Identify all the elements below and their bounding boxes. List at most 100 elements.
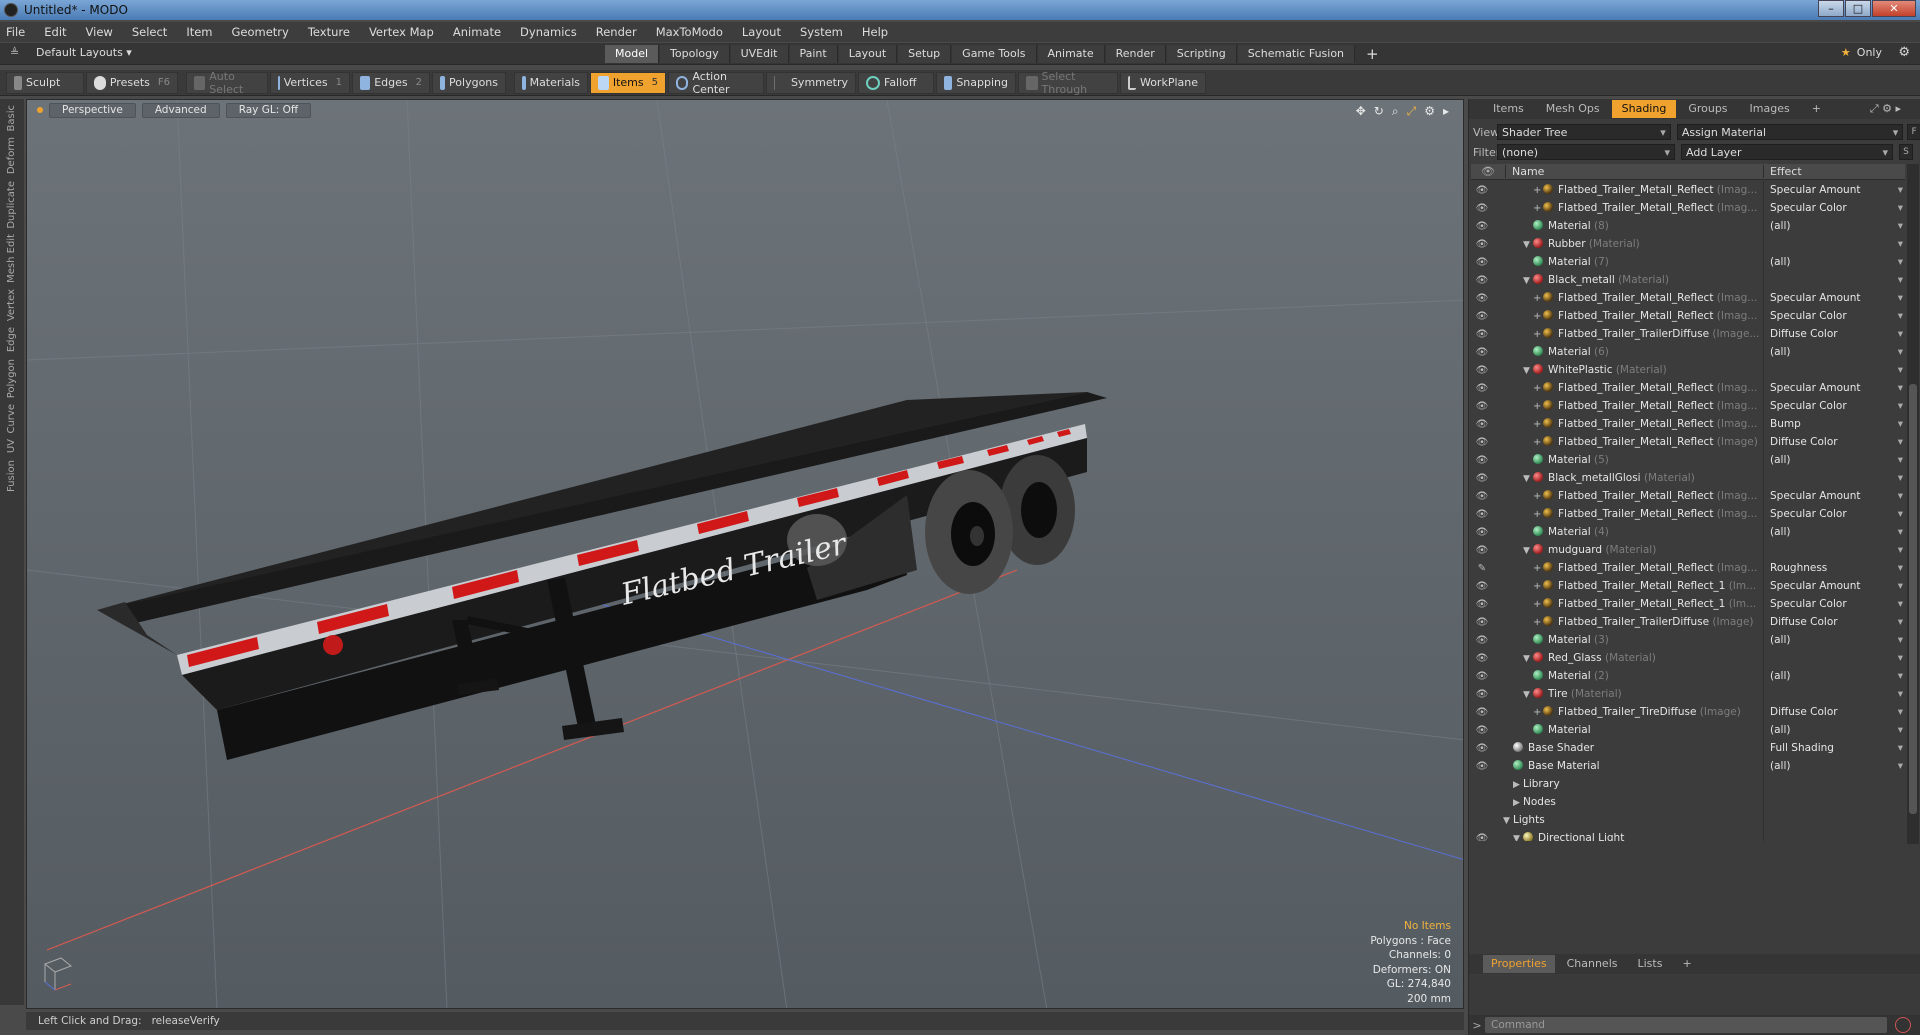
menu-vertex-map[interactable]: Vertex Map xyxy=(369,25,434,39)
visibility-eye-icon[interactable]: 👁 xyxy=(1471,185,1493,196)
menu-render[interactable]: Render xyxy=(596,25,637,39)
pan-icon[interactable]: ✥ xyxy=(1356,104,1366,119)
tree-row[interactable]: 👁 ▼ Rubber (Material) xyxy=(1471,235,1905,253)
viewport-expand-icon[interactable]: ▸ xyxy=(1443,104,1449,119)
tree-item-name[interactable]: ▼ Red_Glass (Material) xyxy=(1493,649,1763,667)
tab-items[interactable]: Items xyxy=(1483,100,1534,118)
menu-help[interactable]: Help xyxy=(862,25,888,39)
tree-row[interactable]: 👁 ▼ Tire (Material) xyxy=(1471,685,1905,703)
effect-dropdown[interactable]: Specular Color xyxy=(1763,397,1905,415)
effect-dropdown[interactable]: Specular Amount xyxy=(1763,487,1905,505)
tree-item-name[interactable]: + Flatbed_Trailer_Metall_Reflect (Imag... xyxy=(1493,505,1763,523)
tree-row[interactable]: 👁 Material (2) (all) xyxy=(1471,667,1905,685)
tree-row[interactable]: 👁 + Flatbed_Trailer_Metall_Reflect (Imag..… xyxy=(1471,415,1905,433)
tree-item-name[interactable]: + Flatbed_Trailer_TrailerDiffuse (Image..… xyxy=(1493,325,1763,343)
expand-plus-icon[interactable]: + xyxy=(1533,182,1543,199)
add-properties-tab-button[interactable]: + xyxy=(1674,955,1699,973)
tooltab-polygon[interactable]: Polygon xyxy=(6,359,17,398)
tree-item-name[interactable]: Material (7) xyxy=(1493,253,1763,271)
tab-uvedit[interactable]: UVEdit xyxy=(730,45,789,63)
tooltab-duplicate[interactable]: Duplicate xyxy=(6,181,17,229)
tree-row[interactable]: 👁 Base Material (all) xyxy=(1471,757,1905,775)
tab-topology[interactable]: Topology xyxy=(660,45,730,63)
effect-dropdown[interactable]: (all) xyxy=(1763,253,1905,271)
presets-button[interactable]: Presets F6 xyxy=(86,71,178,94)
effect-dropdown[interactable]: Specular Color xyxy=(1763,307,1905,325)
tree-row[interactable]: 👁 + Flatbed_Trailer_Metall_Reflect (Imag..… xyxy=(1471,379,1905,397)
effect-dropdown[interactable]: Specular Amount xyxy=(1763,379,1905,397)
expand-plus-icon[interactable]: + xyxy=(1533,488,1543,505)
expand-arrow-icon[interactable]: ▼ xyxy=(1523,236,1533,253)
close-button[interactable]: ✕ xyxy=(1872,0,1916,17)
tree-item-name[interactable]: ▼ Lights xyxy=(1493,811,1763,829)
expand-arrow-icon[interactable]: ▶ xyxy=(1513,794,1523,811)
expand-arrow-icon[interactable]: ▼ xyxy=(1523,470,1533,487)
tooltab-curve[interactable]: Curve xyxy=(6,404,17,434)
3d-viewport[interactable]: Flatbed Trailer Perspective Advanced Ray… xyxy=(26,99,1464,1009)
effect-column-header[interactable]: Effect xyxy=(1763,165,1802,178)
visibility-eye-icon[interactable]: 👁 xyxy=(1471,509,1493,520)
command-input[interactable]: Command xyxy=(1485,1017,1887,1033)
effect-dropdown[interactable] xyxy=(1763,649,1905,667)
menu-system[interactable]: System xyxy=(800,25,843,39)
effect-dropdown[interactable]: Specular Color xyxy=(1763,595,1905,613)
tree-item-name[interactable]: + Flatbed_Trailer_Metall_Reflect (Imag... xyxy=(1493,199,1763,217)
tree-row[interactable]: 👁 + Flatbed_Trailer_Metall_Reflect (Imag..… xyxy=(1471,505,1905,523)
tree-item-name[interactable]: + Flatbed_Trailer_Metall_Reflect (Imag... xyxy=(1493,379,1763,397)
effect-dropdown[interactable] xyxy=(1763,235,1905,253)
tree-item-name[interactable]: + Flatbed_Trailer_Metall_Reflect (Imag... xyxy=(1493,559,1763,577)
effect-dropdown[interactable] xyxy=(1763,811,1905,829)
tree-row[interactable]: 👁 + Flatbed_Trailer_Metall_Reflect (Imag..… xyxy=(1471,199,1905,217)
effect-dropdown[interactable]: (all) xyxy=(1763,631,1905,649)
s-button[interactable]: S xyxy=(1899,144,1913,160)
tree-row[interactable]: 👁 + Flatbed_Trailer_TrailerDiffuse (Image.… xyxy=(1471,325,1905,343)
effect-dropdown[interactable]: Specular Amount xyxy=(1763,181,1905,199)
expand-arrow-icon[interactable]: ▼ xyxy=(1513,830,1523,841)
view-mode-dropdown[interactable]: Perspective xyxy=(49,103,136,118)
expand-arrow-icon[interactable]: ▼ xyxy=(1503,812,1513,829)
tree-item-name[interactable]: Material (3) xyxy=(1493,631,1763,649)
menu-dynamics[interactable]: Dynamics xyxy=(520,25,577,39)
tree-item-name[interactable]: ▶ Library xyxy=(1493,775,1763,793)
menu-animate[interactable]: Animate xyxy=(453,25,501,39)
tree-item-name[interactable]: Material (6) xyxy=(1493,343,1763,361)
tree-item-name[interactable]: ▼ Black_metall (Material) xyxy=(1493,271,1763,289)
effect-dropdown[interactable]: (all) xyxy=(1763,721,1905,739)
tree-row[interactable]: ▼ Lights xyxy=(1471,811,1905,829)
tree-row[interactable]: ✎ + Flatbed_Trailer_Metall_Reflect (Imag..… xyxy=(1471,559,1905,577)
tab-mesh-ops[interactable]: Mesh Ops xyxy=(1536,100,1610,118)
expand-plus-icon[interactable]: + xyxy=(1533,416,1543,433)
expand-plus-icon[interactable]: + xyxy=(1533,434,1543,451)
visibility-eye-icon[interactable]: 👁 xyxy=(1471,707,1493,718)
effect-dropdown[interactable]: Specular Color xyxy=(1763,199,1905,217)
effect-dropdown[interactable]: (all) xyxy=(1763,343,1905,361)
command-history-button[interactable] xyxy=(1895,1017,1911,1033)
tab-schematic-fusion[interactable]: Schematic Fusion xyxy=(1237,45,1356,63)
tree-item-name[interactable]: Material (4) xyxy=(1493,523,1763,541)
expand-plus-icon[interactable]: + xyxy=(1533,326,1543,343)
menu-maxtomodo[interactable]: MaxToModo xyxy=(656,25,723,39)
effect-dropdown[interactable]: Specular Color xyxy=(1763,505,1905,523)
tab-model[interactable]: Model xyxy=(605,45,660,63)
tab-layout[interactable]: Layout xyxy=(838,45,898,63)
sculpt-button[interactable]: Sculpt xyxy=(6,71,84,94)
tree-row[interactable]: 👁 + Flatbed_Trailer_Metall_Reflect (Imag..… xyxy=(1471,289,1905,307)
visibility-eye-icon[interactable]: ✎ xyxy=(1471,563,1493,574)
minimize-button[interactable]: – xyxy=(1818,0,1844,17)
tab-setup[interactable]: Setup xyxy=(898,45,952,63)
effect-dropdown[interactable]: Specular Amount xyxy=(1763,577,1905,595)
tooltab-vertex[interactable]: Vertex xyxy=(6,289,17,321)
tree-row[interactable]: 👁 ▼ mudguard (Material) xyxy=(1471,541,1905,559)
add-tab-button[interactable]: + xyxy=(1356,45,1379,63)
tree-item-name[interactable]: ▼ WhitePlastic (Material) xyxy=(1493,361,1763,379)
expand-arrow-icon[interactable]: ▼ xyxy=(1523,542,1533,559)
visibility-eye-icon[interactable]: 👁 xyxy=(1471,311,1493,322)
tree-item-name[interactable]: ▼ Tire (Material) xyxy=(1493,685,1763,703)
tooltab-mesh-edit[interactable]: Mesh Edit xyxy=(6,234,17,283)
f-button[interactable]: F xyxy=(1907,124,1920,140)
items-button[interactable]: Items 5 xyxy=(590,71,666,94)
expand-arrow-icon[interactable]: ▼ xyxy=(1523,686,1533,703)
expand-arrow-icon[interactable]: ▶ xyxy=(1513,776,1523,793)
tree-row[interactable]: 👁 Material (5) (all) xyxy=(1471,451,1905,469)
visibility-eye-icon[interactable]: 👁 xyxy=(1471,581,1493,592)
